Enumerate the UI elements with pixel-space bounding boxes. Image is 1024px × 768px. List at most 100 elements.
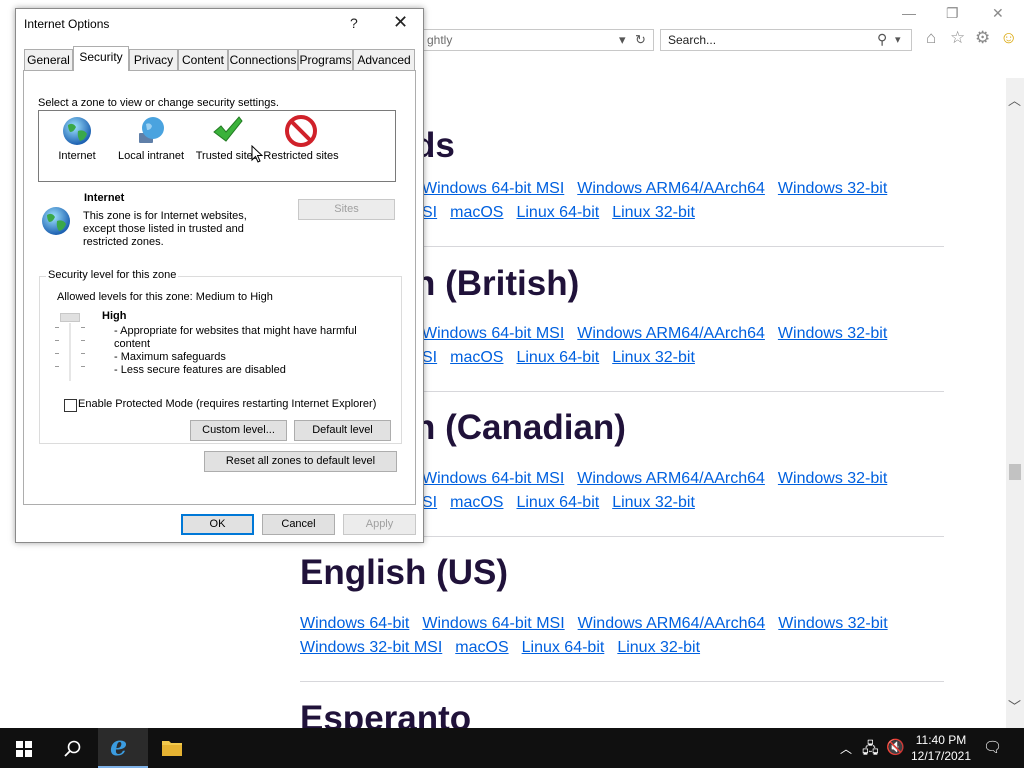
language-title: English (US) (300, 553, 509, 592)
clock-time: 11:40 PM (915, 733, 967, 747)
tab-programs[interactable]: Programs (298, 49, 353, 70)
taskbar-file-explorer[interactable] (148, 728, 196, 768)
download-link[interactable]: Windows ARM64/AArch64 (577, 325, 765, 342)
download-link[interactable]: macOS (450, 494, 503, 511)
windows-logo-icon (16, 741, 32, 757)
dropdown-arrow-icon[interactable]: ▾ (619, 32, 626, 48)
network-icon[interactable]: 🖧 (862, 738, 879, 763)
internet-options-dialog: Internet Options ? ✕ General Security Pr… (15, 8, 424, 543)
download-link[interactable]: macOS (455, 639, 508, 656)
download-link[interactable]: Windows 64-bit (300, 615, 409, 632)
intranet-globe-icon (139, 117, 164, 143)
divider (300, 681, 944, 682)
speaker-muted-icon[interactable]: 🔇 (886, 738, 905, 756)
vertical-scrollbar[interactable]: ︿ ﹀ (1006, 78, 1024, 728)
zone-restricted-sites[interactable]: Restricted sites (263, 115, 339, 162)
apply-button[interactable]: Apply (343, 514, 416, 535)
zone-internet[interactable]: Internet (39, 115, 115, 162)
folder-icon (162, 741, 182, 756)
download-link[interactable]: Windows ARM64/AArch64 (578, 615, 766, 632)
clock[interactable]: 11:40 PM 12/17/2021 (908, 732, 974, 764)
sites-button[interactable]: Sites (298, 199, 395, 220)
security-level-group: Security level for this zone Allowed lev… (39, 269, 402, 444)
slider-ticks (55, 327, 59, 379)
download-link[interactable]: SI (422, 204, 437, 221)
zone-label: Trusted sites (195, 150, 259, 162)
search-button[interactable] (48, 728, 96, 768)
zone-description: This zone is for Internet websites, exce… (83, 210, 247, 248)
download-link[interactable]: Windows 32-bit (778, 470, 887, 487)
taskbar-internet-explorer[interactable]: e (98, 728, 148, 768)
download-link[interactable]: SI (422, 494, 437, 511)
tab-general[interactable]: General (24, 49, 73, 70)
restore-icon[interactable]: ❐ (946, 5, 959, 22)
scroll-thumb[interactable] (1009, 464, 1021, 480)
custom-level-button[interactable]: Custom level... (190, 420, 287, 441)
tab-connections[interactable]: Connections (228, 49, 298, 70)
level-bullet: - Maximum safeguards (114, 351, 226, 363)
zone-label: Restricted sites (263, 150, 339, 162)
minimize-icon[interactable]: — (902, 5, 916, 21)
scroll-up-icon[interactable]: ︿ (1008, 90, 1021, 109)
download-link[interactable]: Windows ARM64/AArch64 (577, 180, 765, 197)
refresh-icon[interactable]: ↻ (635, 32, 646, 48)
download-link[interactable]: macOS (450, 349, 503, 366)
globe-icon (63, 117, 91, 145)
notification-icon[interactable]: 🗨 (983, 738, 1002, 756)
scroll-down-icon[interactable]: ﹀ (1008, 696, 1021, 715)
download-link[interactable]: Linux 32-bit (612, 494, 695, 511)
download-link[interactable]: SI (422, 349, 437, 366)
close-icon[interactable]: ✕ (393, 12, 408, 33)
close-window-icon[interactable]: ✕ (992, 5, 1004, 22)
protected-mode-checkbox[interactable] (64, 399, 77, 412)
download-link[interactable]: Windows 32-bit MSI (300, 639, 442, 656)
search-icon (64, 740, 81, 757)
gear-icon[interactable]: ⚙ (975, 28, 990, 48)
download-link[interactable]: Windows 32-bit (778, 325, 887, 342)
download-link[interactable]: Windows ARM64/AArch64 (577, 470, 765, 487)
zone-label: Internet (58, 150, 96, 162)
zone-local-intranet[interactable]: Local intranet (113, 115, 189, 162)
download-link[interactable]: Windows 64-bit MSI (422, 470, 564, 487)
language-block: English (US) Windows 64-bit Windows 64-bi… (300, 549, 944, 660)
address-bar[interactable]: ghtly ▾ ↻ (420, 29, 654, 51)
slider-track (69, 323, 71, 381)
download-link[interactable]: Linux 32-bit (612, 204, 695, 221)
dialog-titlebar[interactable]: Internet Options ? ✕ (16, 9, 423, 39)
download-link[interactable]: Linux 32-bit (612, 349, 695, 366)
default-level-button[interactable]: Default level (294, 420, 391, 441)
download-link[interactable]: macOS (450, 204, 503, 221)
home-icon[interactable]: ⌂ (926, 28, 936, 48)
download-link[interactable]: Linux 64-bit (516, 349, 599, 366)
chevron-up-icon[interactable]: ︿ (840, 740, 852, 757)
download-link[interactable]: Windows 32-bit (778, 615, 887, 632)
tab-security[interactable]: Security (73, 46, 129, 71)
tab-privacy[interactable]: Privacy (129, 49, 178, 70)
tab-content[interactable]: Content (178, 49, 228, 70)
search-dropdown-icon[interactable]: ▾ (895, 33, 901, 46)
download-link[interactable]: Linux 32-bit (617, 639, 700, 656)
cancel-button[interactable]: Cancel (262, 514, 335, 535)
download-link[interactable]: Windows 64-bit MSI (422, 615, 564, 632)
protected-mode-label: Enable Protected Mode (requires restarti… (78, 398, 377, 410)
reset-all-zones-button[interactable]: Reset all zones to default level (204, 451, 397, 472)
ok-button[interactable]: OK (181, 514, 254, 535)
download-link[interactable]: Linux 64-bit (522, 639, 605, 656)
tab-advanced[interactable]: Advanced (353, 49, 415, 70)
smiley-icon[interactable]: ☺ (1000, 28, 1017, 48)
download-link[interactable]: Linux 64-bit (516, 494, 599, 511)
star-icon[interactable]: ☆ (950, 28, 965, 48)
download-link[interactable]: Windows 64-bit MSI (422, 325, 564, 342)
download-link[interactable]: Linux 64-bit (516, 204, 599, 221)
security-tab-panel: Select a zone to view or change security… (23, 70, 416, 505)
internet-explorer-icon: e (110, 731, 128, 762)
download-link[interactable]: Windows 32-bit (778, 180, 887, 197)
search-icon[interactable]: ⚲ (877, 31, 887, 48)
search-box[interactable]: Search... ⚲ ▾ (660, 29, 912, 51)
slider-thumb[interactable] (60, 313, 80, 322)
download-link[interactable]: Windows 64-bit MSI (422, 180, 564, 197)
help-icon[interactable]: ? (350, 15, 358, 31)
security-level-slider[interactable] (55, 311, 89, 383)
start-button[interactable] (0, 728, 48, 768)
zone-list: Internet Local intranet Trusted sites Re… (38, 110, 396, 182)
